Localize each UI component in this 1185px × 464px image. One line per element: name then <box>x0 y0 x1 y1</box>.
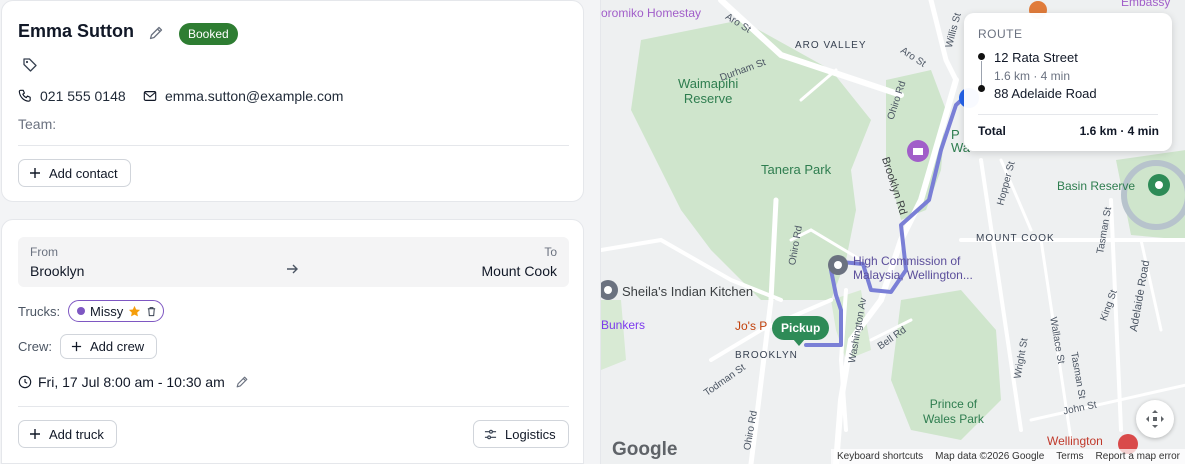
map-label-homestay[interactable]: oromiko Homestay <box>601 6 701 20</box>
plus-icon <box>30 168 40 178</box>
phone-icon <box>18 89 31 102</box>
email-address: emma.sutton@example.com <box>165 88 344 104</box>
logistics-button[interactable]: Logistics <box>473 420 569 448</box>
crew-label: Crew: <box>18 339 52 354</box>
keyboard-shortcuts-link[interactable]: Keyboard shortcuts <box>837 451 923 462</box>
divider <box>978 114 1158 115</box>
map-label-basin-reserve[interactable]: Basin Reserve <box>1057 179 1135 193</box>
route-total-value: 1.6 km · 4 min <box>1079 124 1159 138</box>
map-label-prince-wales-park[interactable]: Prince of Wales Park <box>923 397 984 427</box>
stop-bullet <box>978 53 985 60</box>
map-label-waimapihi[interactable]: Waimapihi Reserve <box>678 76 738 106</box>
plus-icon <box>30 429 40 439</box>
map-label-brooklyn: BROOKLYN <box>735 350 798 361</box>
terms-link[interactable]: Terms <box>1056 451 1083 462</box>
star-icon[interactable] <box>128 305 141 318</box>
map-label-embassy[interactable]: Embassy <box>1121 0 1170 9</box>
edit-datetime-icon[interactable] <box>235 375 249 389</box>
divider <box>18 145 569 146</box>
route-map[interactable]: oromiko Homestay Aro St ARO VALLEY Aro S… <box>600 0 1185 464</box>
phone-number: 021 555 0148 <box>40 88 126 104</box>
to-label: To <box>544 245 557 259</box>
tag-icon[interactable] <box>22 57 38 73</box>
datetime-row[interactable]: Fri, 17 Jul 8:00 am - 10:30 am <box>18 374 249 390</box>
truck-chip[interactable]: Missy <box>68 300 165 322</box>
add-truck-label: Add truck <box>49 426 104 442</box>
team-label: Team: <box>18 116 57 132</box>
add-crew-label: Add crew <box>90 339 145 354</box>
route-summary-card: ROUTE 12 Rata Street 1.6 km · 4 min 88 A… <box>964 13 1172 151</box>
from-label: From <box>30 245 58 259</box>
sliders-icon <box>484 429 497 439</box>
job-details-panel: Emma Sutton Booked 021 555 0148 emma.sut… <box>0 0 585 464</box>
from-to-box: From Brooklyn To Mount Cook <box>18 237 569 287</box>
map-attribution: Keyboard shortcuts Map data ©2026 Google… <box>831 449 1185 464</box>
trucks-label: Trucks: <box>18 304 61 319</box>
divider <box>18 406 569 407</box>
pickup-marker[interactable]: Pickup <box>772 316 830 346</box>
report-error-link[interactable]: Report a map error <box>1096 451 1180 462</box>
route-title: ROUTE <box>978 27 1023 41</box>
map-label-aro-valley: ARO VALLEY <box>795 40 867 51</box>
contact-card: Emma Sutton Booked 021 555 0148 emma.sut… <box>1 0 584 202</box>
arrow-right-icon <box>287 264 298 274</box>
map-label-high-commission[interactable]: High Commission of Malaysia, Wellington.… <box>853 254 973 282</box>
move-arrows-icon <box>1146 410 1164 428</box>
map-label-bunkers[interactable]: Bunkers <box>601 318 645 332</box>
edit-name-icon[interactable] <box>148 25 164 41</box>
map-label-mount-cook: MOUNT COOK <box>976 233 1055 244</box>
add-truck-button[interactable]: Add truck <box>18 420 117 448</box>
map-label-sheila[interactable]: Sheila's Indian Kitchen <box>622 284 753 299</box>
truck-name: Missy <box>90 303 124 319</box>
map-camera-control-button[interactable] <box>1136 400 1174 438</box>
from-value: Brooklyn <box>30 263 85 279</box>
phone-row[interactable]: 021 555 0148 <box>18 86 126 106</box>
job-card: From Brooklyn To Mount Cook Trucks: Miss… <box>1 219 584 464</box>
logistics-label: Logistics <box>505 426 556 442</box>
stop-bullet <box>978 85 985 92</box>
contact-name: Emma Sutton <box>18 21 135 41</box>
route-stop-1: 12 Rata Street <box>994 50 1078 65</box>
map-label-tanera-park[interactable]: Tanera Park <box>761 162 831 177</box>
truck-color-dot <box>77 307 85 315</box>
trash-icon[interactable] <box>146 306 157 317</box>
mail-icon <box>143 91 157 101</box>
route-total-label: Total <box>978 124 1006 138</box>
to-value: Mount Cook <box>481 263 557 279</box>
map-label-jos[interactable]: Jo's P <box>735 319 767 333</box>
route-stop-2: 88 Adelaide Road <box>994 86 1097 101</box>
status-badge[interactable]: Booked <box>179 23 238 45</box>
route-leg: 1.6 km · 4 min <box>994 69 1071 83</box>
datetime-text: Fri, 17 Jul 8:00 am - 10:30 am <box>38 374 225 390</box>
email-row[interactable]: emma.sutton@example.com <box>143 86 343 106</box>
add-crew-button[interactable]: Add crew <box>60 334 158 359</box>
plus-icon <box>71 341 82 352</box>
clock-icon <box>18 375 32 389</box>
google-logo: Google <box>612 439 678 460</box>
map-label-wellington-hospital[interactable]: Wellington <box>1047 434 1103 448</box>
add-contact-button[interactable]: Add contact <box>18 159 131 187</box>
add-contact-label: Add contact <box>49 165 118 181</box>
map-data-text: Map data ©2026 Google <box>935 451 1045 462</box>
